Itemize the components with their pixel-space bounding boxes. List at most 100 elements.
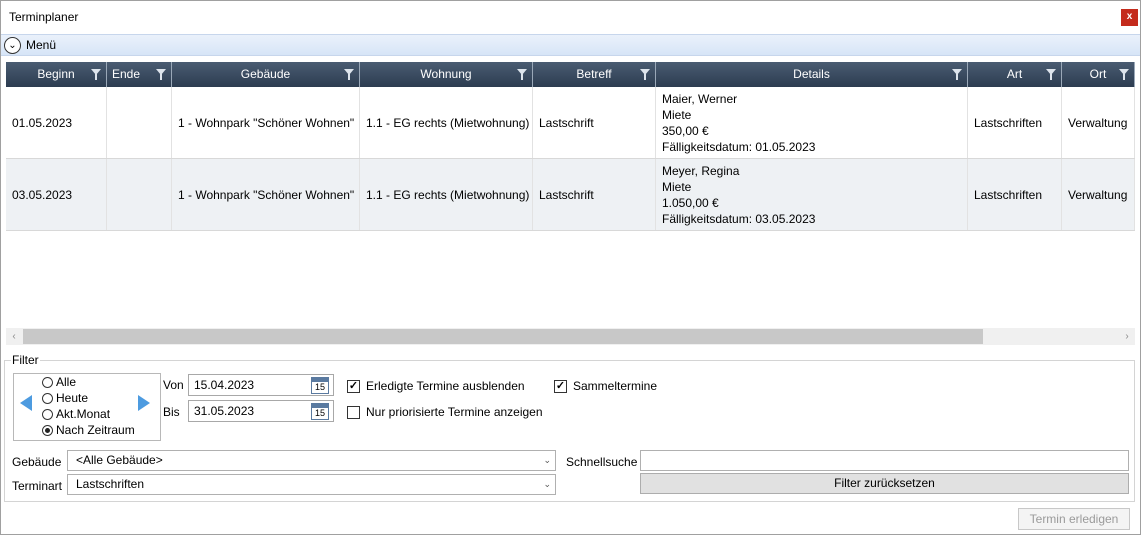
menu-bar[interactable]: ⌄ Menü	[1, 34, 1140, 56]
cell-betreff: Lastschrift	[533, 159, 656, 230]
scroll-right-icon[interactable]: ›	[1121, 330, 1133, 343]
radio-circle-selected[interactable]	[42, 424, 53, 436]
radio-label: Nach Zeitraum	[56, 423, 135, 437]
details-line: Fälligkeitsdatum: 03.05.2023	[662, 211, 816, 226]
cell-beginn: 03.05.2023	[6, 159, 107, 230]
column-header-betreff[interactable]: Betreff	[533, 62, 656, 87]
checkbox-label: Sammeltermine	[573, 379, 658, 393]
cell-ende	[107, 87, 172, 158]
checkbox-unchecked[interactable]	[347, 405, 360, 419]
column-label: Betreff	[576, 67, 612, 81]
gebaeude-select[interactable]: <Alle Gebäude> ⌄	[67, 450, 556, 471]
scrollbar-thumb[interactable]	[23, 329, 983, 344]
gebaeude-selected-value: <Alle Gebäude>	[76, 453, 163, 467]
filter-icon[interactable]	[517, 69, 527, 80]
close-button[interactable]: x	[1121, 9, 1138, 26]
chevron-down-icon[interactable]: ⌄	[543, 475, 551, 494]
column-header-beginn[interactable]: Beginn	[6, 62, 107, 87]
filter-icon[interactable]	[1119, 69, 1129, 80]
filter-icon[interactable]	[1046, 69, 1056, 80]
column-header-art[interactable]: Art	[968, 62, 1062, 87]
filter-title: Filter	[11, 353, 40, 367]
menu-label[interactable]: Menü	[26, 38, 56, 52]
quicksearch-input[interactable]	[640, 450, 1129, 471]
checkbox-label: Erledigte Termine ausblenden	[366, 379, 525, 393]
cell-gebaeude: 1 - Wohnpark "Schöner Wohnen"	[172, 159, 360, 230]
radio-label: Akt.Monat	[56, 407, 111, 421]
bis-label: Bis	[163, 405, 180, 419]
cell-beginn: 01.05.2023	[6, 87, 107, 158]
cell-art: Lastschriften	[968, 87, 1062, 158]
collective-checkbox[interactable]: ✓ Sammeltermine	[554, 378, 657, 394]
checkbox-checked[interactable]: ✓	[554, 379, 567, 393]
cell-details: Maier, Werner Miete 350,00 € Fälligkeits…	[656, 87, 968, 158]
calendar-icon[interactable]: 15	[311, 377, 329, 394]
title-bar: Terminplaner x	[1, 1, 1140, 31]
complete-appointment-button[interactable]: Termin erledigen	[1018, 508, 1130, 530]
column-label: Ort	[1089, 67, 1107, 81]
filter-icon[interactable]	[952, 69, 962, 80]
column-label: Gebäude	[240, 67, 291, 81]
details-line: Maier, Werner	[662, 91, 738, 106]
radio-label: Alle	[56, 375, 77, 389]
filter-icon[interactable]	[640, 69, 650, 80]
radio-circle[interactable]	[42, 392, 53, 404]
details-line: Miete	[662, 107, 692, 122]
column-header-ende[interactable]: Ende	[107, 62, 172, 87]
cell-ende	[107, 159, 172, 230]
filter-icon[interactable]	[91, 69, 101, 80]
column-label: Beginn	[37, 67, 75, 81]
radio-akt-monat[interactable]: Akt.Monat	[42, 407, 110, 421]
cell-ort: Verwaltung	[1062, 87, 1135, 158]
terminart-select[interactable]: Lastschriften ⌄	[67, 474, 556, 495]
details-line: Miete	[662, 179, 692, 194]
details-line: 1.050,00 €	[662, 195, 719, 210]
details-line: 350,00 €	[662, 123, 709, 138]
next-arrow-icon[interactable]	[138, 395, 150, 411]
radio-alle[interactable]: Alle	[42, 375, 76, 389]
horizontal-scrollbar[interactable]: ‹ ›	[6, 328, 1135, 345]
radio-circle[interactable]	[42, 376, 53, 388]
prioritized-checkbox[interactable]: Nur priorisierte Termine anzeigen	[347, 404, 543, 420]
previous-arrow-icon[interactable]	[20, 395, 32, 411]
terminart-label: Terminart	[12, 479, 63, 493]
column-label: Ende	[112, 67, 141, 81]
table-row[interactable]: 01.05.2023 1 - Wohnpark "Schöner Wohnen"…	[6, 87, 1135, 159]
terminart-selected-value: Lastschriften	[76, 477, 145, 491]
cell-wohnung: 1.1 - EG rechts (Mietwohnung)	[360, 87, 533, 158]
column-header-ort[interactable]: Ort	[1062, 62, 1135, 87]
quicksearch-label: Schnellsuche	[566, 455, 638, 469]
cell-wohnung: 1.1 - EG rechts (Mietwohnung)	[360, 159, 533, 230]
calendar-icon[interactable]: 15	[311, 403, 329, 420]
von-label: Von	[163, 378, 184, 392]
cell-gebaeude: 1 - Wohnpark "Schöner Wohnen"	[172, 87, 360, 158]
cell-art: Lastschriften	[968, 159, 1062, 230]
column-header-details[interactable]: Details	[656, 62, 968, 87]
column-label: Details	[793, 67, 830, 81]
column-header-wohnung[interactable]: Wohnung	[360, 62, 533, 87]
appointments-grid: Beginn Ende Gebäude Wohnung Betreff Deta…	[6, 62, 1135, 328]
window-title: Terminplaner	[9, 10, 79, 24]
checkbox-label: Nur priorisierte Termine anzeigen	[366, 405, 543, 419]
table-row[interactable]: 03.05.2023 1 - Wohnpark "Schöner Wohnen"…	[6, 159, 1135, 231]
radio-nach-zeitraum[interactable]: Nach Zeitraum	[42, 423, 135, 437]
checkbox-checked[interactable]: ✓	[347, 379, 360, 393]
chevron-down-icon[interactable]: ⌄	[543, 451, 551, 470]
cell-details: Meyer, Regina Miete 1.050,00 € Fälligkei…	[656, 159, 968, 230]
radio-label: Heute	[56, 391, 89, 405]
chevron-down-circle-icon[interactable]: ⌄	[4, 37, 21, 54]
details-line: Meyer, Regina	[662, 163, 740, 178]
column-label: Art	[1006, 67, 1023, 81]
details-line: Fälligkeitsdatum: 01.05.2023	[662, 139, 816, 154]
column-label: Wohnung	[420, 67, 472, 81]
scroll-left-icon[interactable]: ‹	[8, 330, 20, 343]
grid-header: Beginn Ende Gebäude Wohnung Betreff Deta…	[6, 62, 1135, 87]
hide-done-checkbox[interactable]: ✓ Erledigte Termine ausblenden	[347, 378, 525, 394]
column-header-gebaeude[interactable]: Gebäude	[172, 62, 360, 87]
filter-icon[interactable]	[344, 69, 354, 80]
filter-icon[interactable]	[156, 69, 166, 80]
radio-circle[interactable]	[42, 408, 53, 420]
gebaeude-label: Gebäude	[12, 455, 62, 469]
radio-heute[interactable]: Heute	[42, 391, 88, 405]
reset-filter-button[interactable]: Filter zurücksetzen	[640, 473, 1129, 494]
